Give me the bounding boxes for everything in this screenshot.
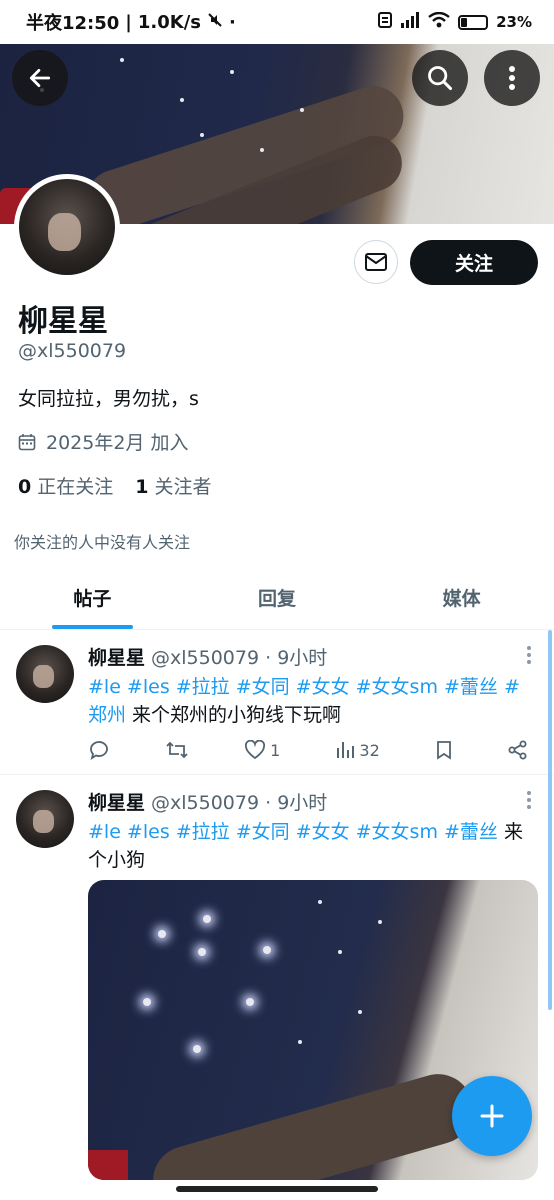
post-avatar[interactable] [16,645,74,703]
followers-link[interactable]: 1 关注者 [135,472,211,499]
status-bar: 半夜12:50 | 1.0K/s · 23% [0,0,554,44]
views-icon [337,742,355,758]
tab-media[interactable]: 媒体 [369,572,554,629]
back-arrow-icon [29,69,51,87]
post-header: 柳星星 @xl550079 · 9小时 [88,788,327,815]
post-more-icon[interactable] [526,645,532,665]
join-date: 2025年2月 加入 [18,428,188,455]
post-hashtags[interactable]: #le #les #拉拉 #女同 #女女 #女女sm #蕾丝 # [88,673,538,701]
profile-tabs: 帖子 回复 媒体 [0,572,554,630]
more-vertical-icon [509,66,515,90]
post-body-text-2: 个小狗 [88,849,146,871]
post-meta: @xl550079 · 9小时 [151,647,328,669]
post-avatar[interactable] [16,790,74,848]
mute-icon [207,12,223,33]
views-button[interactable]: 32 [335,740,380,760]
post-actions: 1 32 [88,735,528,765]
battery-icon [458,14,489,30]
tab-posts[interactable]: 帖子 [0,572,185,629]
profile-bio: 女同拉拉，男勿扰，s [18,388,199,410]
post-meta: @xl550079 · 9小时 [151,792,328,814]
plus-icon [480,1104,504,1128]
battery-level: 23% [496,13,532,31]
bookmark-icon [436,741,451,760]
search-icon [428,66,453,91]
repost-button[interactable] [165,740,189,760]
sim-icon [378,12,393,32]
heart-icon [245,740,266,760]
mail-icon [365,253,387,271]
search-button[interactable] [412,50,468,106]
following-link[interactable]: 0 正在关注 [18,472,113,499]
post-text: #le #les #拉拉 #女同 #女女 #女女sm #蕾丝 # 郑州 来个郑州… [88,673,538,729]
signal-icon [400,12,420,32]
home-indicator[interactable] [176,1186,378,1192]
views-count: 32 [359,740,380,760]
wifi-icon [428,11,450,32]
reply-button[interactable] [88,740,110,760]
reply-icon [90,741,108,760]
mutual-followers-note: 你关注的人中没有人关注 [14,533,191,552]
join-date-text: 2025年2月 加入 [46,432,189,454]
post-hashtags[interactable]: #le #les #拉拉 #女同 #女女 #女女sm #蕾丝 [88,821,498,843]
more-options-button[interactable] [484,50,540,106]
post-author[interactable]: 柳星星 [88,647,145,669]
post-text: #le #les #拉拉 #女同 #女女 #女女sm #蕾丝 来 个小狗 [88,818,538,874]
post-hashtag-zhengzhou[interactable]: 郑州 [88,704,126,726]
share-button[interactable] [508,740,528,760]
back-button[interactable] [12,50,68,106]
network-speed: 1.0K/s [137,11,201,33]
post-more-icon[interactable] [526,790,532,810]
post-author[interactable]: 柳星星 [88,792,145,814]
bookmark-button[interactable] [435,740,453,760]
post[interactable]: 柳星星 @xl550079 · 9小时 #le #les #拉拉 #女同 #女女 … [0,631,554,775]
dot-icon: · [229,11,236,33]
follow-button[interactable]: 关注 [410,240,538,285]
calendar-icon [18,433,36,450]
share-icon [508,740,527,760]
like-button[interactable]: 1 [244,740,280,760]
profile-avatar[interactable] [14,174,120,280]
status-time: 半夜12:50 [26,13,120,34]
post-header: 柳星星 @xl550079 · 9小时 [88,643,327,670]
compose-post-button[interactable] [452,1076,532,1156]
post-body-text: 来个郑州的小狗线下玩啊 [126,704,342,726]
post-body-text: 来 [497,821,523,843]
tab-replies[interactable]: 回复 [185,572,370,629]
repost-icon [166,741,188,759]
profile-name: 柳星星 [18,304,108,339]
like-count: 1 [270,740,281,760]
profile-handle: @xl550079 [18,340,127,362]
scrollbar[interactable] [548,630,552,1010]
follow-stats: 0 正在关注 1 关注者 [18,472,212,499]
message-button[interactable] [354,240,398,284]
